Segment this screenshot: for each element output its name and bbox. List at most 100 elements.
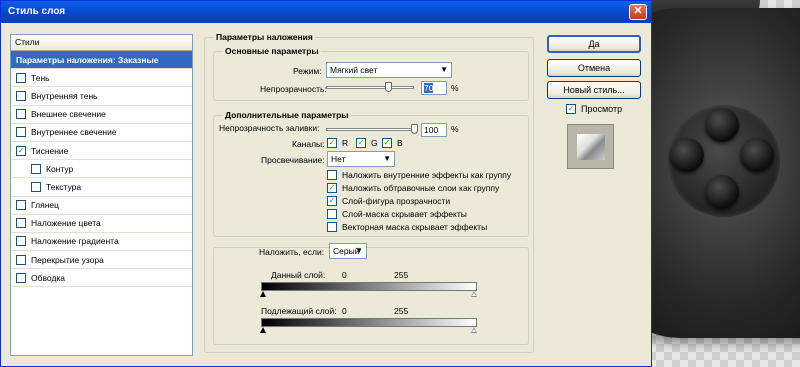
new-style-button[interactable]: Новый стиль... (547, 81, 641, 99)
style-item[interactable]: Перекрытие узора (11, 251, 192, 270)
style-item[interactable]: Наложение цвета (11, 215, 192, 233)
style-item-label: Внутреннее свечение (31, 127, 117, 138)
style-item-label: Тиснение (31, 145, 69, 156)
style-item-checkbox[interactable] (16, 127, 26, 138)
style-item-checkbox[interactable] (16, 254, 26, 265)
style-item[interactable]: Внутренняя тень (11, 87, 192, 106)
blend-mode-select[interactable]: Мягкий свет ▼ (326, 62, 452, 78)
style-item[interactable]: Параметры наложения: Заказные (11, 51, 192, 70)
this-layer-label: Данный слой: (271, 270, 326, 280)
opacity-slider-track[interactable] (326, 86, 414, 89)
knockout-value: Нет (331, 154, 346, 164)
style-item[interactable]: Внешнее свечение (11, 106, 192, 124)
style-item-checkbox[interactable] (16, 109, 26, 120)
style-item-checkbox[interactable] (31, 163, 41, 174)
knockout-label: Просвечивание: (261, 155, 325, 165)
opacity-unit: % (451, 83, 459, 93)
style-item-label: Перекрытие узора (31, 254, 104, 265)
style-item[interactable]: Текстура (11, 178, 192, 197)
layer-style-dialog: Стиль слоя ✕ Стили Параметры наложения: … (0, 0, 652, 367)
style-item[interactable]: ✓ Тиснение (11, 142, 192, 161)
fill-opacity-input[interactable]: 100 (421, 123, 447, 137)
this-layer-white-handle[interactable] (471, 291, 477, 297)
styles-list-header: Стили (11, 35, 192, 51)
title-bar[interactable]: Стиль слоя ✕ (1, 1, 651, 23)
style-item-label: Параметры наложения: Заказные (16, 54, 159, 65)
channel-g-label: G (371, 138, 378, 148)
advanced-option[interactable]: ✓ Слой-фигура прозрачности (327, 196, 450, 206)
advanced-option-checkbox[interactable] (327, 209, 337, 219)
advanced-option-checkbox[interactable]: ✓ (327, 196, 337, 206)
style-item-checkbox[interactable] (16, 90, 26, 101)
channel-r[interactable]: ✓ R (327, 138, 348, 148)
fill-opacity-slider-thumb[interactable] (411, 124, 418, 134)
style-item[interactable]: Тень (11, 69, 192, 88)
preview-toggle[interactable]: ✓ Просмотр (566, 104, 622, 114)
opacity-label: Непрозрачность: (260, 84, 327, 94)
style-item-checkbox[interactable] (16, 72, 26, 83)
style-item-checkbox[interactable] (16, 200, 26, 211)
this-layer-low: 0 (342, 270, 347, 280)
this-layer-gradient (261, 282, 477, 291)
ok-button[interactable]: Да (547, 35, 641, 53)
device-button-right (740, 138, 774, 172)
advanced-option-label: Наложить обтравочные слои как группу (342, 183, 500, 193)
underlying-layer-low: 0 (342, 306, 347, 316)
style-item-label: Контур (46, 163, 74, 174)
style-item[interactable]: Внутреннее свечение (11, 124, 192, 142)
style-item-label: Обводка (31, 272, 66, 283)
style-item[interactable]: Наложение градиента (11, 233, 192, 252)
style-item-checkbox[interactable] (16, 218, 26, 229)
advanced-option[interactable]: Наложить внутренние эффекты как группу (327, 170, 511, 180)
window-title: Стиль слоя (8, 6, 66, 17)
channel-b[interactable]: ✓ B (382, 138, 403, 148)
style-item-checkbox[interactable] (16, 236, 26, 247)
style-item-label: Наложение цвета (31, 218, 101, 229)
channel-b-checkbox[interactable]: ✓ (382, 138, 392, 148)
underlying-layer-white-handle[interactable] (471, 327, 477, 333)
blending-options-title: Параметры наложения (214, 32, 315, 42)
advanced-option[interactable]: Векторная маска скрывает эффекты (327, 222, 487, 232)
style-item-label: Наложение градиента (31, 236, 119, 247)
style-item-label: Тень (31, 72, 50, 83)
underlying-layer-high: 255 (394, 306, 409, 316)
style-item-checkbox[interactable] (16, 272, 26, 283)
cancel-button[interactable]: Отмена (547, 59, 641, 77)
mode-label: Режим: (293, 66, 322, 76)
advanced-option-label: Слой-фигура прозрачности (342, 196, 451, 206)
this-layer-high: 255 (394, 270, 409, 280)
advanced-option[interactable]: ✓ Наложить обтравочные слои как группу (327, 183, 499, 193)
style-item[interactable]: Обводка (11, 269, 192, 288)
blend-mode-value: Мягкий свет (330, 65, 378, 75)
styles-list: Стили Параметры наложения: Заказные Тень В… (10, 34, 193, 356)
close-button[interactable]: ✕ (629, 4, 647, 20)
fill-opacity-slider-track[interactable] (326, 128, 414, 131)
channel-g[interactable]: ✓ G (356, 138, 378, 148)
chevron-down-icon: ▼ (383, 154, 391, 163)
advanced-option-checkbox[interactable] (327, 222, 337, 232)
this-layer-black-handle[interactable] (260, 291, 266, 297)
style-item[interactable]: Глянец (11, 197, 192, 215)
advanced-option-checkbox[interactable] (327, 170, 337, 180)
knockout-select[interactable]: Нет ▼ (327, 151, 395, 167)
style-item-checkbox[interactable] (31, 181, 41, 192)
advanced-option[interactable]: Слой-маска скрывает эффекты (327, 209, 467, 219)
channel-g-checkbox[interactable]: ✓ (356, 138, 366, 148)
channel-r-checkbox[interactable]: ✓ (327, 138, 337, 148)
device-button-top (705, 108, 739, 142)
opacity-slider-thumb[interactable] (384, 82, 392, 92)
style-item-label: Внутренняя тень (31, 90, 98, 101)
style-item-label: Глянец (31, 200, 59, 211)
style-item[interactable]: Контур (11, 160, 192, 179)
advanced-params-title: Дополнительные параметры (223, 110, 351, 120)
underlying-layer-gradient (261, 318, 477, 327)
advanced-option-checkbox[interactable]: ✓ (327, 183, 337, 193)
opacity-value: 70 (424, 83, 434, 93)
style-item-checkbox[interactable]: ✓ (16, 145, 26, 156)
opacity-input[interactable]: 70 (421, 81, 447, 95)
advanced-option-label: Векторная маска скрывает эффекты (342, 222, 488, 232)
underlying-layer-black-handle[interactable] (260, 327, 266, 333)
blend-if-select[interactable]: Серый ▼ (329, 243, 367, 259)
preview-checkbox[interactable]: ✓ (566, 104, 576, 114)
chevron-down-icon: ▼ (355, 246, 363, 255)
